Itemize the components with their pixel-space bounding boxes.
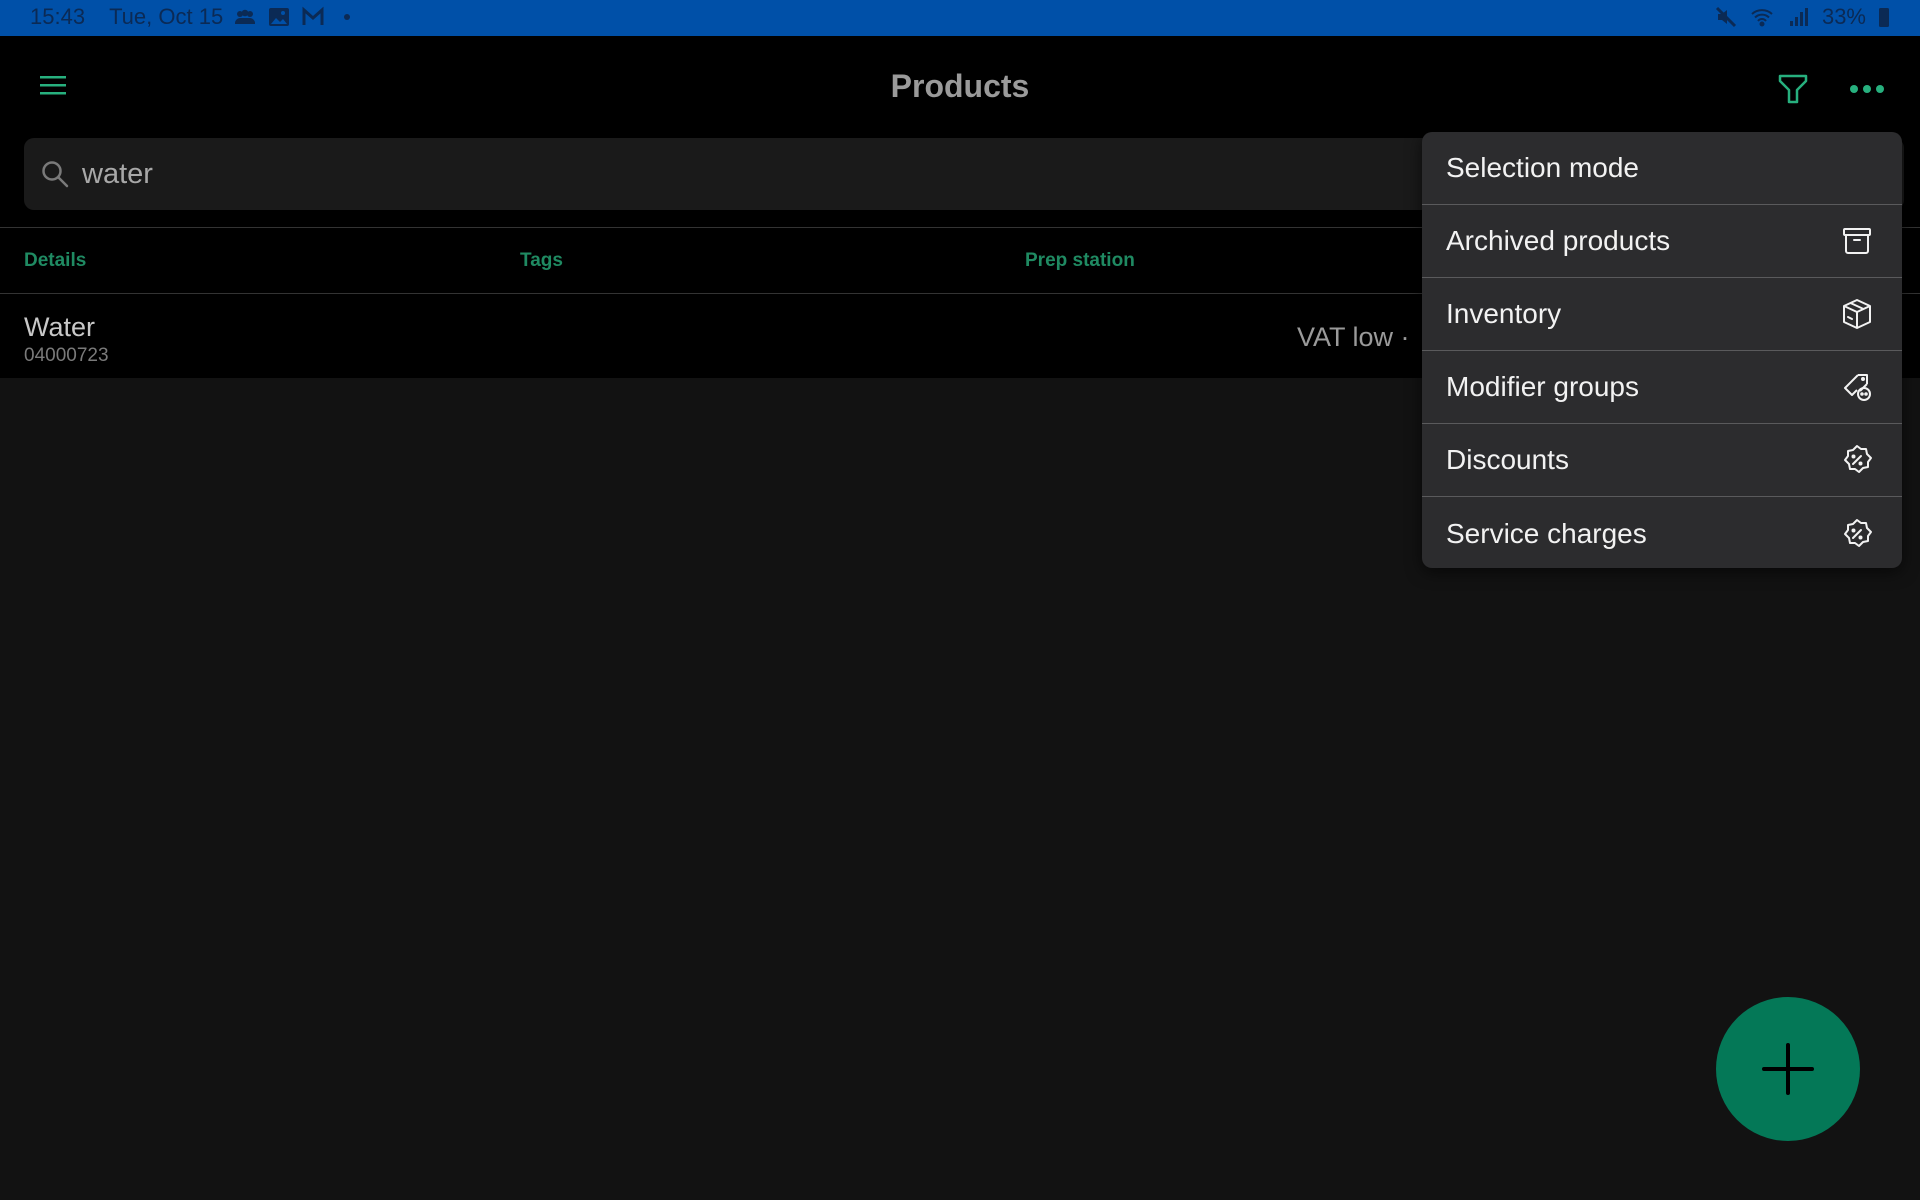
- image-icon: [267, 5, 291, 29]
- signal-icon: [1786, 5, 1810, 29]
- menu-item-selection-mode[interactable]: Selection mode: [1422, 132, 1902, 205]
- package-icon: [1840, 297, 1874, 331]
- plus-icon: [1762, 1043, 1814, 1095]
- menu-item-inventory[interactable]: Inventory: [1422, 278, 1902, 351]
- more-dot: [1863, 85, 1871, 93]
- product-code: 04000723: [24, 345, 109, 366]
- menu-item-label: Inventory: [1446, 298, 1562, 329]
- battery-icon: [1878, 5, 1890, 29]
- menu-item-label: Discounts: [1446, 444, 1569, 475]
- status-right: 33%: [1714, 4, 1890, 30]
- more-dot: [1850, 85, 1858, 93]
- menu-item-label: Selection mode: [1446, 152, 1640, 183]
- more-dot: [1876, 85, 1884, 93]
- filter-button[interactable]: [1776, 72, 1810, 106]
- wifi-icon: [1750, 5, 1774, 29]
- archive-box-icon: [1840, 224, 1874, 258]
- add-product-button[interactable]: [1716, 997, 1860, 1141]
- more-options-button[interactable]: [1850, 72, 1884, 106]
- discount-badge-icon: [1840, 443, 1874, 477]
- column-header-tags[interactable]: Tags: [520, 250, 563, 272]
- page-title: Products: [890, 68, 1030, 104]
- discount-badge-icon: [1840, 517, 1874, 551]
- search-icon: [42, 161, 69, 188]
- product-vat: VAT low ·: [1297, 322, 1410, 352]
- status-bar: 15:43 Tue, Oct 15 33%: [0, 0, 1920, 36]
- column-header-prep-station[interactable]: Prep station: [1025, 250, 1135, 272]
- product-name: Water: [24, 312, 96, 342]
- menu-item-label: Service charges: [1446, 517, 1647, 549]
- menu-item-service-charges[interactable]: Service charges: [1422, 497, 1902, 568]
- menu-item-discounts[interactable]: Discounts: [1422, 424, 1902, 497]
- menu-item-label: Modifier groups: [1446, 371, 1639, 402]
- group-icon: [233, 5, 257, 29]
- more-options-menu: Selection mode Archived products Invento…: [1422, 132, 1902, 568]
- menu-item-archived-products[interactable]: Archived products: [1422, 205, 1902, 278]
- gmail-icon: [301, 5, 325, 29]
- app-header: Products: [0, 36, 1920, 136]
- status-date: Tue, Oct 15: [109, 4, 224, 29]
- status-left: 15:43 Tue, Oct 15: [30, 4, 359, 30]
- status-time: 15:43: [30, 4, 86, 29]
- menu-item-modifier-groups[interactable]: Modifier groups: [1422, 351, 1902, 424]
- mute-icon: [1714, 5, 1738, 29]
- filter-icon: [1778, 74, 1808, 104]
- battery-percent: 33%: [1821, 4, 1866, 29]
- column-header-details[interactable]: Details: [24, 250, 86, 272]
- tag-icon: [1840, 370, 1874, 404]
- dot-icon: [335, 5, 359, 29]
- menu-item-label: Archived products: [1446, 225, 1671, 256]
